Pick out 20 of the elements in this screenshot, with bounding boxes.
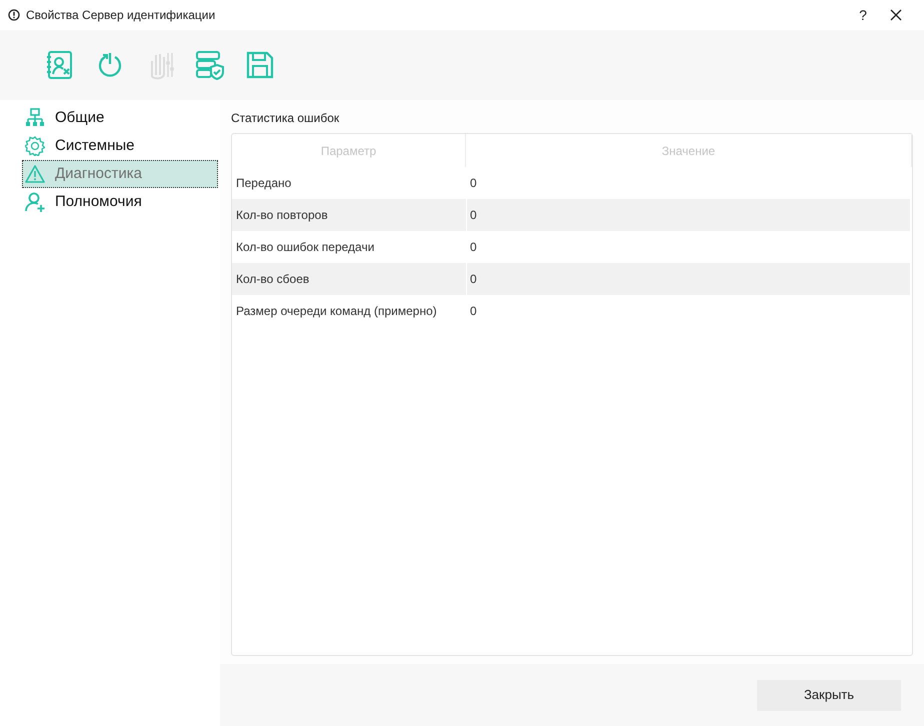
network-icon (25, 108, 45, 128)
sidebar-item[interactable]: Диагностика (22, 160, 218, 188)
section-title: Статистика ошибок (231, 110, 340, 127)
window-title: Свойства Сервер идентификации (26, 7, 216, 24)
table-cell: 0 (467, 263, 910, 295)
sidebar-item[interactable]: Системные (22, 132, 218, 160)
save-icon[interactable] (244, 49, 276, 81)
gear-icon (25, 136, 45, 156)
table-cell: 0 (467, 199, 910, 231)
info-icon (8, 9, 20, 21)
close-icon[interactable] (890, 9, 902, 21)
user-add-icon (25, 192, 45, 212)
sidebar-item[interactable]: Общие (22, 104, 218, 132)
help-button[interactable]: ? (848, 4, 878, 26)
table-cell: Кол-во повторов (232, 199, 466, 231)
warning-icon (25, 164, 45, 184)
server-shield-icon[interactable] (194, 49, 226, 81)
sidebar-item[interactable]: Полномочия (22, 188, 218, 216)
close-button[interactable]: Закрыть (757, 680, 901, 710)
table-cell: Кол-во сбоев (232, 263, 466, 295)
